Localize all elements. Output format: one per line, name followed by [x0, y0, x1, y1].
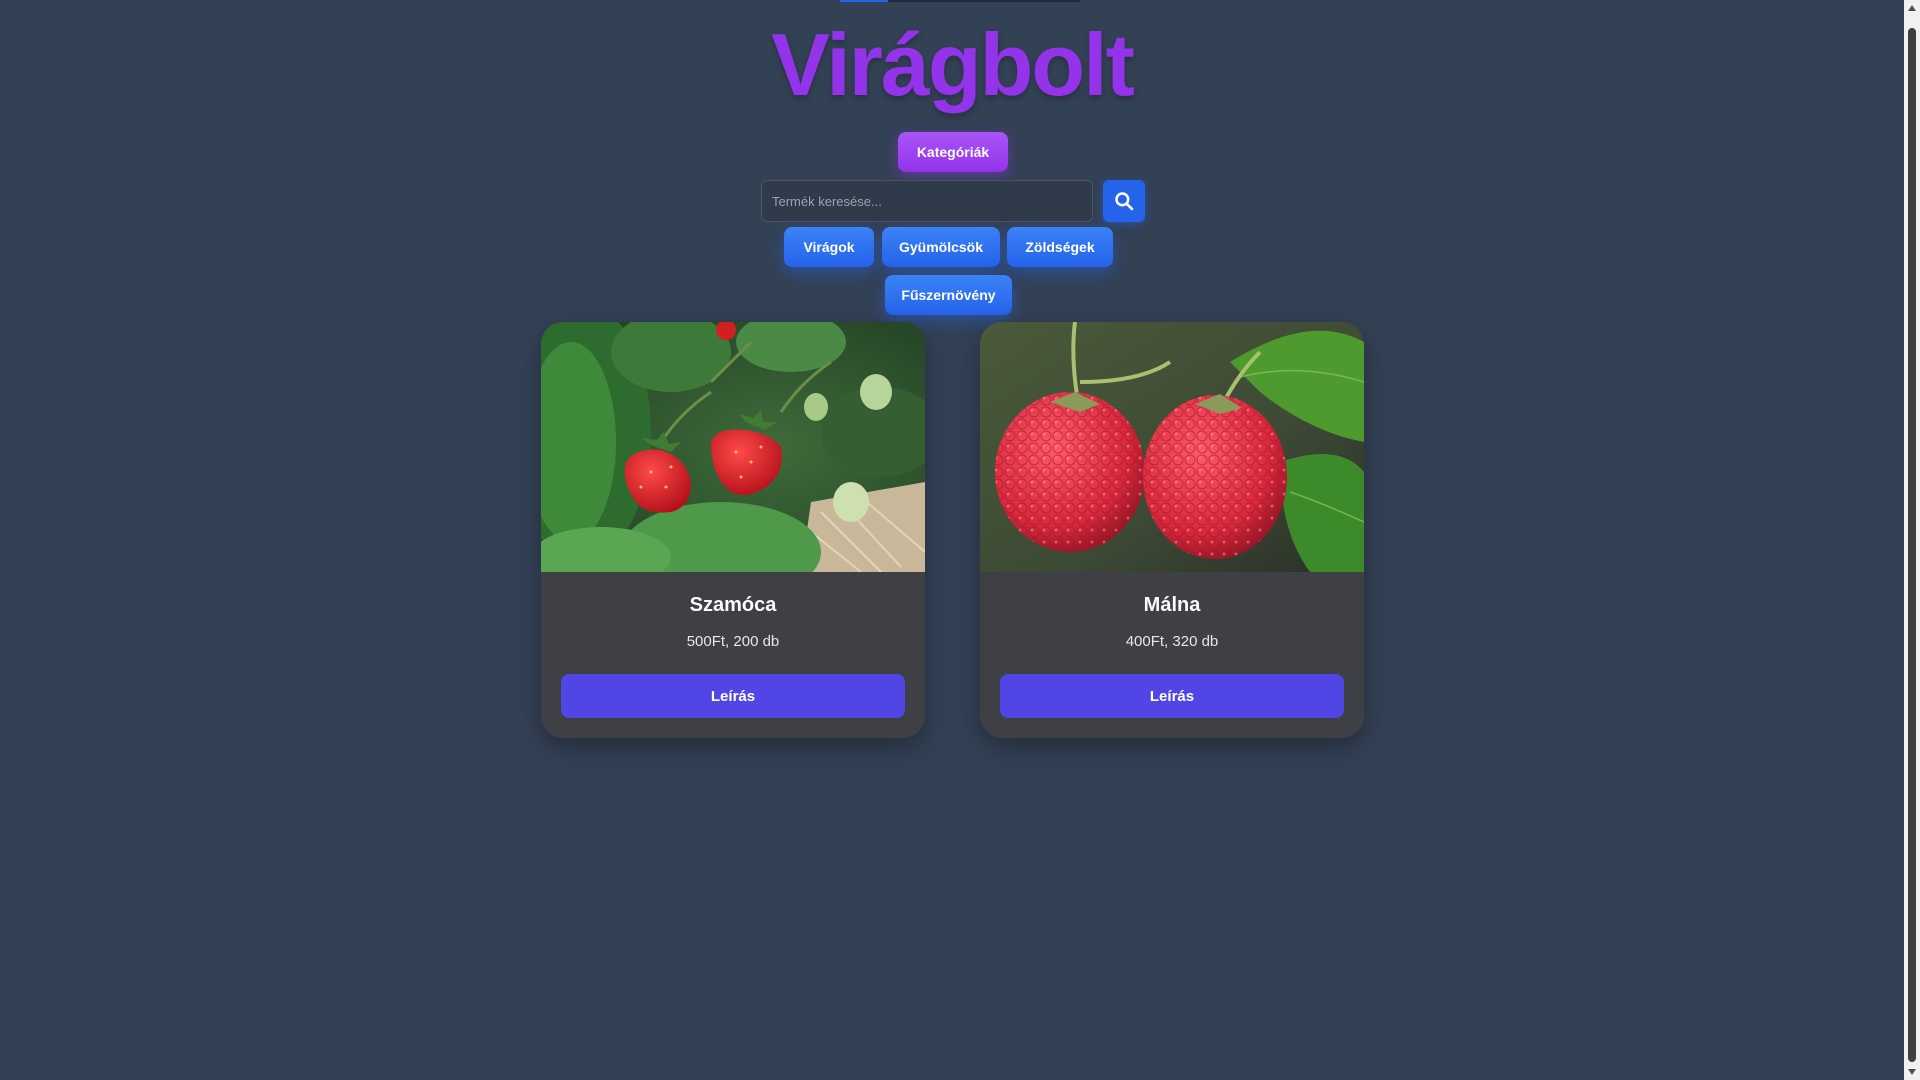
top-progress-bar: [840, 0, 1080, 2]
top-progress-fill: [840, 0, 888, 2]
chevron-up-icon: [1908, 5, 1916, 11]
categories-button[interactable]: Kategóriák: [898, 132, 1008, 172]
description-button[interactable]: Leírás: [1000, 674, 1344, 718]
filter-button-fuszernoveny[interactable]: Fűszernövény: [885, 275, 1012, 315]
filter-button-gyumolcsok[interactable]: Gyümölcsök: [882, 227, 1000, 267]
search-icon: [1115, 192, 1134, 211]
search-input[interactable]: [761, 180, 1093, 222]
product-image-strawberry: [541, 322, 925, 572]
description-button[interactable]: Leírás: [561, 674, 905, 718]
product-image-raspberry: [980, 322, 1364, 572]
scroll-down-arrow[interactable]: [1904, 1064, 1920, 1080]
scroll-thumb[interactable]: [1908, 28, 1916, 1062]
chevron-down-icon: [1908, 1069, 1916, 1075]
filter-button-zoldsegek[interactable]: Zöldségek: [1007, 227, 1113, 267]
product-card: Málna 400Ft, 320 db Leírás: [980, 322, 1364, 738]
page: Virágbolt Kategóriák Virágok Gyümölcsök …: [0, 0, 1904, 1080]
scroll-up-arrow[interactable]: [1904, 0, 1920, 16]
product-card: Szamóca 500Ft, 200 db Leírás: [541, 322, 925, 738]
vertical-scrollbar[interactable]: [1904, 0, 1920, 1080]
product-price-stock: 400Ft, 320 db: [1125, 633, 1219, 650]
product-name: Szamóca: [689, 594, 777, 616]
search-button[interactable]: [1103, 180, 1145, 222]
product-price-stock: 500Ft, 200 db: [686, 633, 780, 650]
product-name: Málna: [1143, 594, 1201, 616]
site-title: Virágbolt: [771, 15, 1135, 114]
filter-button-viragok[interactable]: Virágok: [784, 227, 874, 267]
